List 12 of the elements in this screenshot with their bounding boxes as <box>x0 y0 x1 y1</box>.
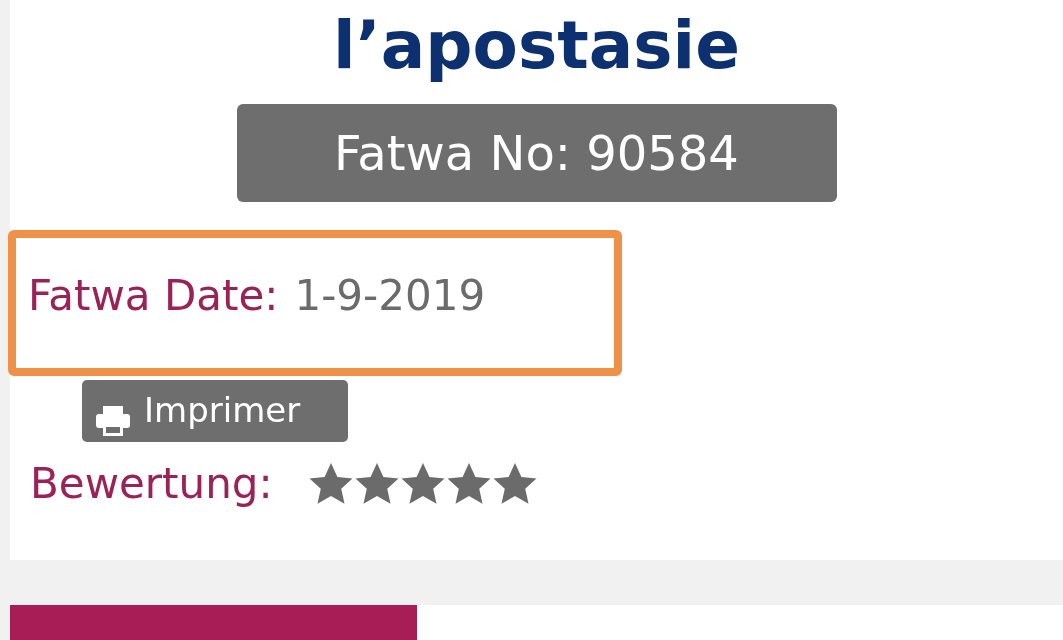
printer-icon <box>96 406 130 436</box>
fatwa-number-badge: Fatwa No: 90584 <box>236 104 837 202</box>
star-icon[interactable] <box>492 462 537 505</box>
star-icon[interactable] <box>446 462 491 505</box>
date-value: 1-9-2019 <box>294 270 486 322</box>
print-button[interactable]: Imprimer <box>82 380 348 442</box>
article-title: l’apostasie <box>333 6 740 86</box>
star-icon[interactable] <box>400 462 445 505</box>
date-label: Fatwa Date: <box>28 270 279 322</box>
rating-label: Bewertung: <box>30 458 273 510</box>
star-icon[interactable] <box>354 462 399 505</box>
star-icon[interactable] <box>308 462 353 505</box>
